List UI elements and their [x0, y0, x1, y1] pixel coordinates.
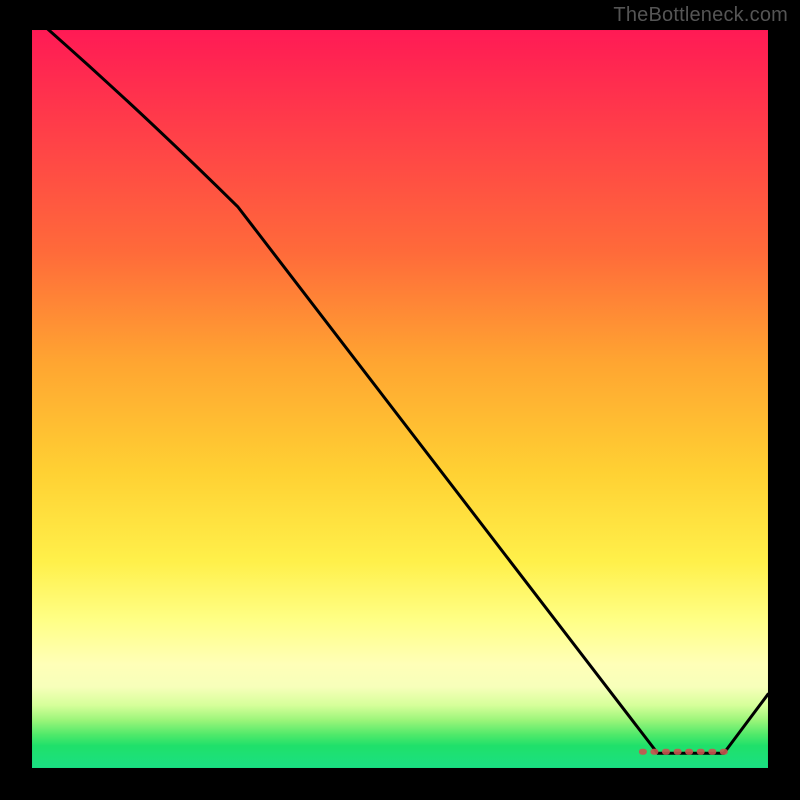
optimal-marker-dot	[720, 749, 728, 755]
optimal-marker-dot	[662, 749, 670, 755]
chart-frame: TheBottleneck.com	[0, 0, 800, 800]
chart-svg	[32, 30, 768, 768]
plot-area	[32, 30, 768, 768]
optimal-marker-dot	[708, 749, 716, 755]
optimal-marker-dot	[674, 749, 682, 755]
optimal-marker-dot	[697, 749, 705, 755]
watermark-text: TheBottleneck.com	[613, 4, 788, 27]
optimal-marker-dot	[685, 749, 693, 755]
chart-line	[32, 30, 768, 753]
optimal-marker-dot	[639, 749, 647, 755]
optimal-marker-dot	[650, 749, 658, 755]
